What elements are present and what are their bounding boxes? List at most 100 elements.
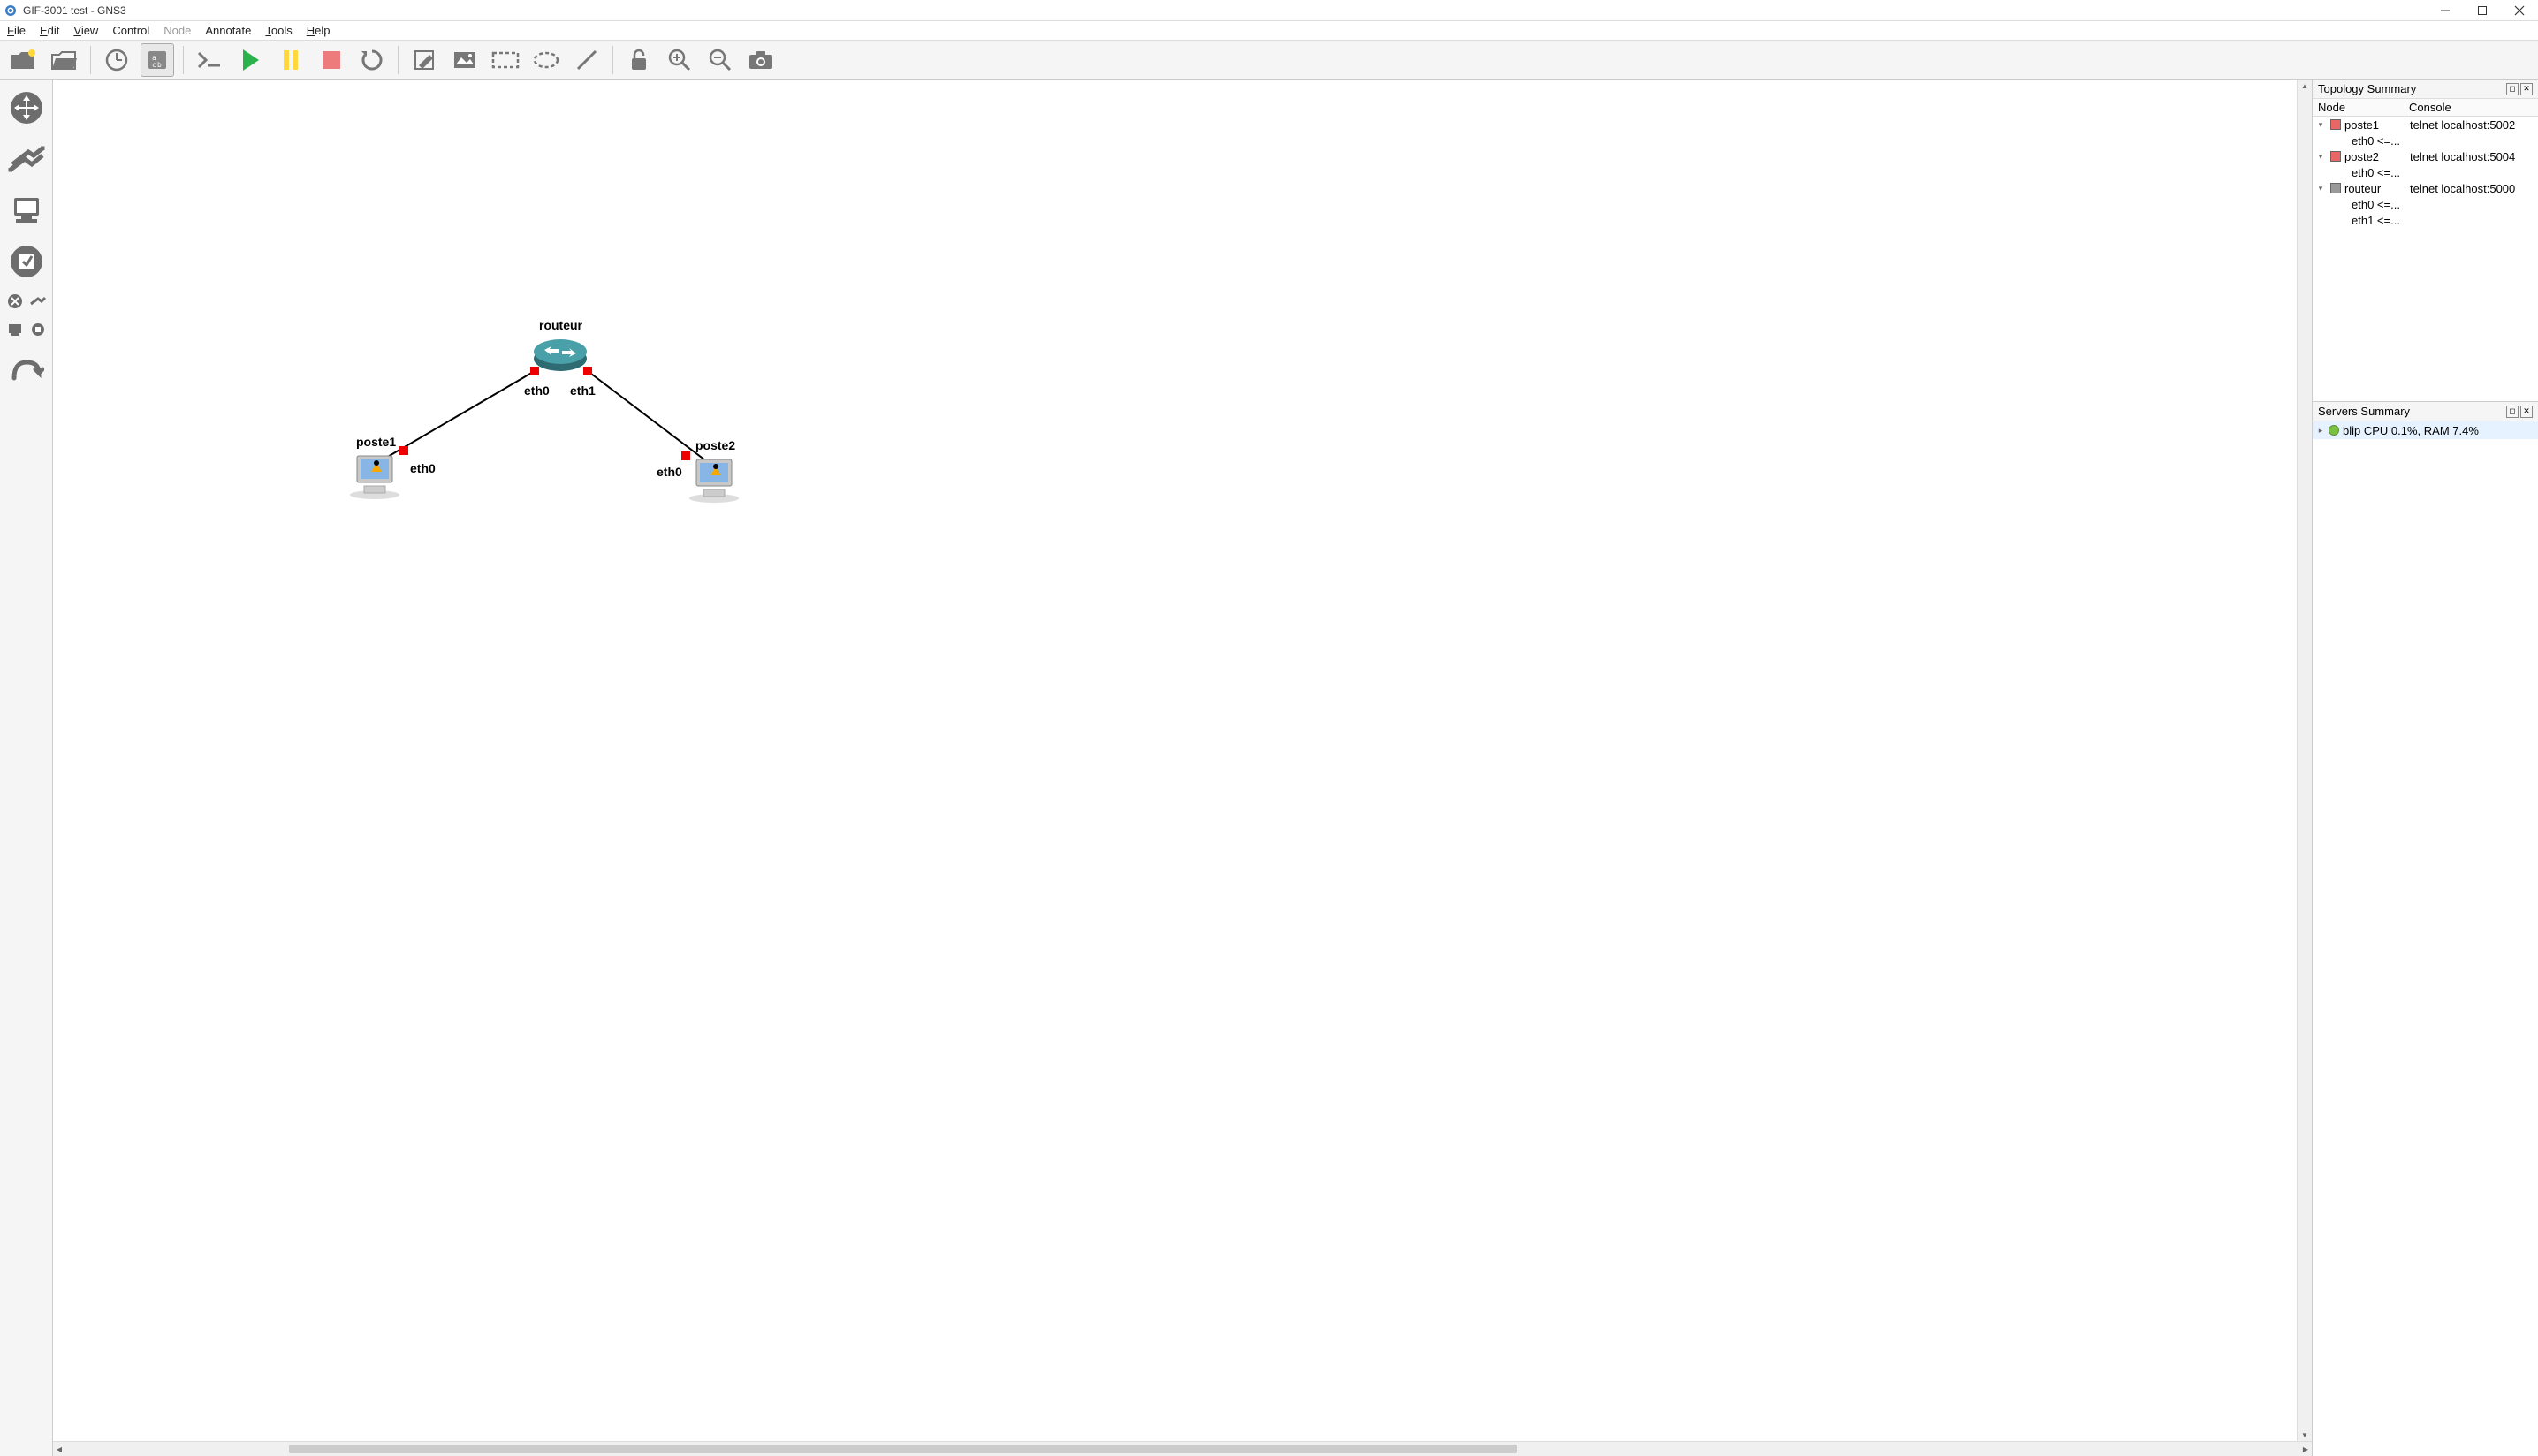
open-project-button[interactable] (48, 43, 81, 77)
maximize-button[interactable] (2474, 3, 2490, 19)
scroll-down-icon[interactable]: ▼ (2298, 1429, 2312, 1441)
switches-category-button[interactable] (5, 138, 48, 180)
menu-edit[interactable]: Edit (40, 24, 59, 37)
new-project-button[interactable] (7, 43, 41, 77)
servers-panel-title: Servers Summary (2318, 405, 2504, 418)
panel-close-button[interactable]: ✕ (2520, 406, 2533, 418)
node-label-routeur[interactable]: routeur (539, 318, 582, 332)
node-label-poste2[interactable]: poste2 (695, 438, 735, 452)
start-all-button[interactable] (233, 43, 267, 77)
tree-child-row[interactable]: eth0 <=... (2313, 164, 2538, 180)
tree-node-poste2[interactable]: ▾ poste2 telnet localhost:5004 (2313, 148, 2538, 164)
panel-float-button[interactable]: ◻ (2506, 406, 2519, 418)
column-header-console[interactable]: Console (2405, 99, 2538, 116)
security-devices-category-button[interactable] (5, 240, 48, 283)
stop-all-button[interactable] (315, 43, 348, 77)
port-label-poste2-eth0[interactable]: eth0 (657, 465, 682, 479)
pc-icon-poste2[interactable] (686, 454, 742, 504)
caret-down-icon[interactable]: ▾ (2316, 120, 2325, 130)
panel-float-button[interactable]: ◻ (2506, 83, 2519, 95)
pc-icon-poste1[interactable] (346, 451, 403, 500)
screenshot-button[interactable] (744, 43, 778, 77)
tree-child-label: eth0 <=... (2352, 166, 2400, 179)
add-ellipse-button[interactable] (529, 43, 563, 77)
caret-right-icon[interactable]: ▸ (2316, 426, 2325, 436)
menu-annotate[interactable]: Annotate (205, 24, 251, 37)
menu-control[interactable]: Control (112, 24, 149, 37)
show-interface-labels-button[interactable]: abc (141, 43, 174, 77)
right-pane: Topology Summary ◻ ✕ Node Console ▾ post… (2312, 80, 2538, 1456)
tree-node-console: telnet localhost:5004 (2410, 150, 2538, 163)
menu-help[interactable]: Help (307, 24, 331, 37)
tree-node-routeur[interactable]: ▾ routeur telnet localhost:5000 (2313, 180, 2538, 196)
caret-down-icon[interactable]: ▾ (2316, 184, 2325, 193)
add-rectangle-button[interactable] (489, 43, 522, 77)
vertical-scrollbar[interactable]: ▲ ▼ (2297, 80, 2312, 1441)
all-devices-icon3[interactable] (5, 320, 25, 339)
status-square-red (2330, 151, 2341, 162)
caret-down-icon[interactable]: ▾ (2316, 152, 2325, 162)
servers-panel-header[interactable]: Servers Summary ◻ ✕ (2313, 402, 2538, 421)
canvas-links (53, 80, 2297, 1441)
router-icon[interactable] (532, 337, 589, 373)
tree-node-console: telnet localhost:5002 (2410, 118, 2538, 132)
topology-panel-header[interactable]: Topology Summary ◻ ✕ (2313, 80, 2538, 99)
scroll-thumb[interactable] (289, 1445, 1517, 1453)
all-devices-icon1[interactable] (5, 292, 25, 311)
routers-category-button[interactable] (5, 87, 48, 129)
scroll-up-icon[interactable]: ▲ (2298, 80, 2312, 92)
port-label-routeur-eth1[interactable]: eth1 (570, 383, 596, 398)
topology-tree[interactable]: ▾ poste1 telnet localhost:5002 eth0 <=..… (2313, 117, 2538, 401)
zoom-out-button[interactable] (703, 43, 737, 77)
port-label-poste1-eth0[interactable]: eth0 (410, 461, 436, 475)
menu-file[interactable]: File (7, 24, 26, 37)
all-devices-row2 (5, 320, 48, 339)
reload-all-button[interactable] (355, 43, 389, 77)
node-label-poste1[interactable]: poste1 (356, 435, 396, 449)
link-status-dot (681, 451, 690, 460)
tree-child-row[interactable]: eth0 <=... (2313, 196, 2538, 212)
scroll-left-icon[interactable]: ◀ (53, 1442, 65, 1456)
add-line-button[interactable] (570, 43, 604, 77)
svg-text:b: b (157, 61, 162, 69)
link-status-dot (583, 367, 592, 375)
scroll-right-icon[interactable]: ▶ (2299, 1442, 2312, 1456)
end-devices-category-button[interactable] (5, 189, 48, 231)
all-devices-icon2[interactable] (28, 292, 48, 311)
left-dock (0, 80, 53, 1456)
minimize-button[interactable] (2437, 3, 2453, 19)
add-link-button[interactable] (5, 348, 48, 391)
pause-all-button[interactable] (274, 43, 308, 77)
snapshot-button[interactable] (100, 43, 133, 77)
window-controls (2437, 3, 2534, 19)
add-note-button[interactable] (407, 43, 441, 77)
tree-child-row[interactable]: eth0 <=... (2313, 133, 2538, 148)
tree-node-poste1[interactable]: ▾ poste1 telnet localhost:5002 (2313, 117, 2538, 133)
scroll-track[interactable] (65, 1442, 2299, 1456)
horizontal-scrollbar[interactable]: ◀ ▶ (53, 1441, 2312, 1456)
panel-close-button[interactable]: ✕ (2520, 83, 2533, 95)
lock-button[interactable] (622, 43, 656, 77)
menubar: File Edit View Control Node Annotate Too… (0, 21, 2538, 41)
server-row[interactable]: ▸ blip CPU 0.1%, RAM 7.4% (2313, 421, 2538, 439)
link-status-dot (399, 446, 408, 455)
svg-text:c: c (152, 61, 156, 69)
menu-view[interactable]: View (73, 24, 98, 37)
canvas-wrapper: routeur eth0 eth1 poste1 eth0 poste2 (53, 80, 2312, 1456)
close-button[interactable] (2511, 3, 2527, 19)
console-all-button[interactable] (193, 43, 226, 77)
tree-child-row[interactable]: eth1 <=... (2313, 212, 2538, 228)
toolbar: abc (0, 41, 2538, 80)
tree-child-label: eth0 <=... (2352, 134, 2400, 148)
link-status-dot (530, 367, 539, 375)
servers-list[interactable]: ▸ blip CPU 0.1%, RAM 7.4% (2313, 421, 2538, 1456)
window-title: GIF-3001 test - GNS3 (23, 4, 2437, 17)
column-header-node[interactable]: Node (2313, 99, 2405, 116)
menu-node[interactable]: Node (163, 24, 191, 37)
menu-tools[interactable]: Tools (265, 24, 292, 37)
all-devices-icon4[interactable] (28, 320, 48, 339)
topology-canvas[interactable]: routeur eth0 eth1 poste1 eth0 poste2 (53, 80, 2297, 1441)
zoom-in-button[interactable] (663, 43, 696, 77)
port-label-routeur-eth0[interactable]: eth0 (524, 383, 550, 398)
add-picture-button[interactable] (448, 43, 482, 77)
